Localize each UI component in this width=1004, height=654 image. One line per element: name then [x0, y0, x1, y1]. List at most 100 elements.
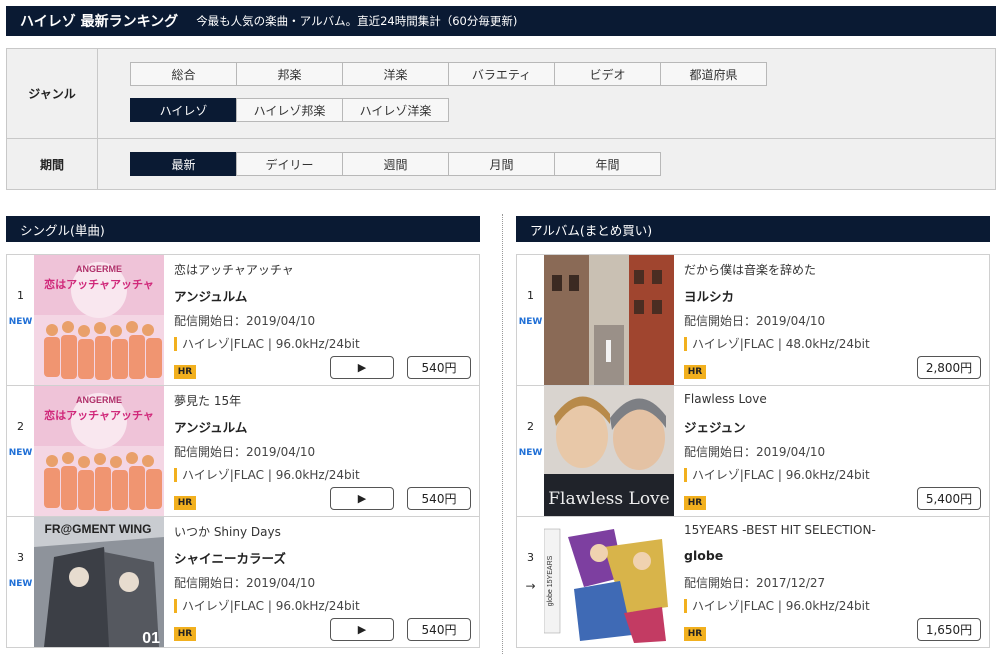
list-item: 1 NEW だから僕は音楽を辞めた ヨルシカ 配信開始日：2019/04/10 …: [516, 255, 990, 386]
column-divider: [502, 214, 503, 654]
hires-badge: HR: [684, 365, 706, 379]
price-button[interactable]: 2,800円: [917, 356, 981, 379]
track-title[interactable]: 恋はアッチャアッチャ: [174, 261, 294, 278]
filter-panel: ジャンル 総合 邦楽 洋楽 バラエティ ビデオ 都道府県 ハイレゾ ハイレゾ邦楽…: [6, 48, 996, 190]
genre-button-hires[interactable]: ハイレゾ: [130, 98, 237, 122]
artist-name[interactable]: ジェジュン: [684, 417, 746, 436]
artist-name[interactable]: アンジュルム: [174, 286, 247, 305]
cover-art[interactable]: globe 15YEARS: [544, 517, 674, 647]
genre-row: ジャンル 総合 邦楽 洋楽 バラエティ ビデオ 都道府県 ハイレゾ ハイレゾ邦楽…: [7, 49, 995, 139]
release-date: 配信開始日：2019/04/10: [684, 445, 826, 459]
genre-button-variety[interactable]: バラエティ: [448, 62, 555, 86]
play-icon: ▶: [357, 492, 367, 505]
period-row: 期間 最新 デイリー 週間 月間 年間: [7, 139, 995, 190]
cover-text: ANGERME: [76, 395, 122, 405]
singles-heading: シングル(単曲): [6, 216, 480, 242]
hires-badge: HR: [174, 627, 196, 641]
genre-buttons-row2: ハイレゾ ハイレゾ邦楽 ハイレゾ洋楽: [130, 98, 449, 122]
format-info: ハイレゾ|FLAC | 48.0kHz/24bit: [684, 337, 870, 351]
list-item: 2 NEW Flawless Love Flawless Love ジェジュン …: [516, 386, 990, 517]
format-info: ハイレゾ|FLAC | 96.0kHz/24bit: [174, 337, 360, 351]
item-info: いつか Shiny Days シャイニーカラーズ 配信開始日：2019/04/1…: [174, 517, 471, 647]
singles-list: 1 NEW ANGERME 恋はアッチャアッチャ 恋はアッチャアッチャ アンジュ…: [6, 254, 480, 648]
period-label: 期間: [7, 139, 98, 190]
album-title[interactable]: Flawless Love: [684, 392, 767, 406]
play-button[interactable]: ▶: [330, 356, 394, 379]
format-info: ハイレゾ|FLAC | 96.0kHz/24bit: [174, 599, 360, 613]
period-button-latest[interactable]: 最新: [130, 152, 237, 176]
play-button[interactable]: ▶: [330, 618, 394, 641]
list-item: 3 → globe 15YEARS 15YEARS -BEST HIT SELE…: [516, 517, 990, 648]
hires-badge: HR: [174, 496, 196, 510]
cover-text: globe 15YEARS: [547, 555, 554, 606]
singles-column: シングル(単曲) 1 NEW ANGERME 恋はアッチャアッチャ 恋はアッチャ…: [6, 216, 480, 648]
price-button[interactable]: 540円: [407, 356, 471, 379]
album-title[interactable]: だから僕は音楽を辞めた: [684, 261, 816, 278]
trend-arrow-icon: →: [525, 579, 536, 593]
track-title[interactable]: 夢見た 15年: [174, 392, 241, 409]
format-info: ハイレゾ|FLAC | 96.0kHz/24bit: [174, 468, 360, 482]
track-title[interactable]: いつか Shiny Days: [174, 523, 281, 540]
release-date: 配信開始日：2019/04/10: [174, 314, 316, 328]
period-button-weekly[interactable]: 週間: [342, 152, 449, 176]
list-item: 1 NEW ANGERME 恋はアッチャアッチャ 恋はアッチャアッチャ アンジュ…: [6, 255, 480, 386]
hires-badge: HR: [684, 496, 706, 510]
new-badge: NEW: [518, 317, 543, 327]
artist-name[interactable]: globe: [684, 548, 723, 563]
play-button[interactable]: ▶: [330, 487, 394, 510]
genre-button-sogo[interactable]: 総合: [130, 62, 237, 86]
genre-button-hogaku[interactable]: 邦楽: [236, 62, 343, 86]
price-button[interactable]: 540円: [407, 618, 471, 641]
artist-name[interactable]: アンジュルム: [174, 417, 247, 436]
rank-number: 3: [17, 551, 24, 564]
new-badge: NEW: [8, 317, 33, 327]
rank-number: 1: [17, 289, 24, 302]
cover-art[interactable]: ANGERME 恋はアッチャアッチャ: [34, 255, 164, 385]
genre-button-video[interactable]: ビデオ: [554, 62, 661, 86]
artist-name[interactable]: ヨルシカ: [684, 286, 734, 305]
cover-art[interactable]: FR@GMENT WING 01: [34, 517, 164, 647]
page-title: ハイレゾ 最新ランキング: [20, 14, 179, 30]
item-info: 恋はアッチャアッチャ アンジュルム 配信開始日：2019/04/10 ハイレゾ|…: [174, 255, 471, 385]
genre-buttons-row1: 総合 邦楽 洋楽 バラエティ ビデオ 都道府県: [130, 62, 767, 86]
cover-subtext: 恋はアッチャアッチャ: [44, 408, 154, 422]
cover-number: 01: [142, 630, 160, 647]
price-button[interactable]: 5,400円: [917, 487, 981, 510]
cover-text: ANGERME: [76, 264, 122, 274]
play-icon: ▶: [357, 361, 367, 374]
release-date: 配信開始日：2017/12/27: [684, 576, 826, 590]
genre-button-hires-yogaku[interactable]: ハイレゾ洋楽: [342, 98, 449, 122]
list-item: 3 NEW FR@GMENT WING 01 いつか Shiny Days シャ…: [6, 517, 480, 648]
period-buttons: 最新 デイリー 週間 月間 年間: [130, 152, 661, 176]
period-button-daily[interactable]: デイリー: [236, 152, 343, 176]
cover-art[interactable]: Flawless Love: [544, 386, 674, 516]
genre-label: ジャンル: [7, 49, 98, 138]
hires-badge: HR: [174, 365, 196, 379]
format-info: ハイレゾ|FLAC | 96.0kHz/24bit: [684, 599, 870, 613]
release-date: 配信開始日：2019/04/10: [174, 576, 316, 590]
period-button-yearly[interactable]: 年間: [554, 152, 661, 176]
cover-art[interactable]: [544, 255, 674, 385]
albums-heading: アルバム(まとめ買い): [516, 216, 990, 242]
page-subtitle: 今最も人気の楽曲・アルバム。直近24時間集計（60分毎更新): [196, 14, 518, 28]
artist-name[interactable]: シャイニーカラーズ: [174, 548, 286, 567]
albums-list: 1 NEW だから僕は音楽を辞めた ヨルシカ 配信開始日：2019/04/10 …: [516, 254, 990, 648]
release-date: 配信開始日：2019/04/10: [684, 314, 826, 328]
period-button-monthly[interactable]: 月間: [448, 152, 555, 176]
genre-button-yogaku[interactable]: 洋楽: [342, 62, 449, 86]
price-button[interactable]: 540円: [407, 487, 471, 510]
item-info: Flawless Love ジェジュン 配信開始日：2019/04/10 ハイレ…: [684, 386, 981, 516]
cover-subtext: 恋はアッチャアッチャ: [44, 277, 154, 291]
genre-button-prefecture[interactable]: 都道府県: [660, 62, 767, 86]
rank-number: 2: [17, 420, 24, 433]
item-info: 夢見た 15年 アンジュルム 配信開始日：2019/04/10 ハイレゾ|FLA…: [174, 386, 471, 516]
album-title[interactable]: 15YEARS -BEST HIT SELECTION-: [684, 523, 876, 537]
hires-badge: HR: [684, 627, 706, 641]
price-button[interactable]: 1,650円: [917, 618, 981, 641]
play-icon: ▶: [357, 623, 367, 636]
format-info: ハイレゾ|FLAC | 96.0kHz/24bit: [684, 468, 870, 482]
item-info: だから僕は音楽を辞めた ヨルシカ 配信開始日：2019/04/10 ハイレゾ|F…: [684, 255, 981, 385]
cover-art[interactable]: ANGERME 恋はアッチャアッチャ: [34, 386, 164, 516]
genre-button-hires-hogaku[interactable]: ハイレゾ邦楽: [236, 98, 343, 122]
albums-column: アルバム(まとめ買い) 1 NEW だから僕は音楽を辞めた ヨルシカ 配信開始日…: [516, 216, 990, 648]
